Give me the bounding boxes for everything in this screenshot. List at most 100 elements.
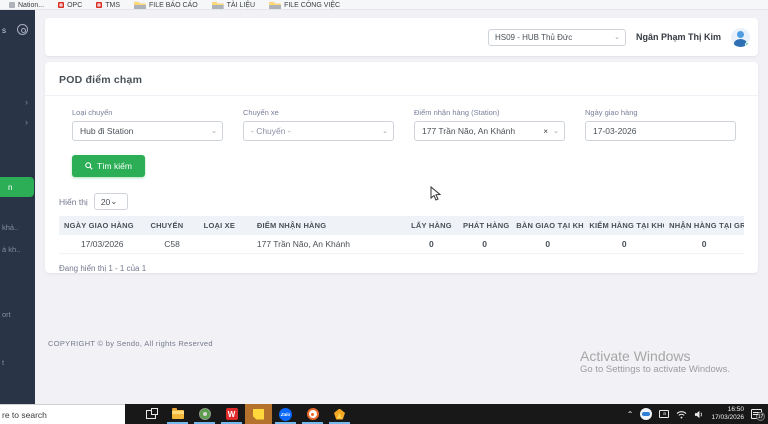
table-body: 17/03/2026 C58 177 Trần Não, An Khánh 0 0 0 0 0 [59,235,744,254]
sidebar-item-label: n [8,182,13,192]
column-header: ĐIỂM NHẬN HÀNG [251,216,405,235]
chevron-right-icon[interactable]: › [25,118,28,127]
search-icon [85,162,93,170]
clear-icon[interactable]: × [543,127,548,136]
count-link[interactable]: 0 [404,235,459,254]
page-size-row: Hiển thị 20 ⌄ [59,193,758,210]
cloud-sync-icon[interactable] [640,408,653,420]
sidebar-item[interactable]: à kh.. [2,245,20,254]
bookmark-label: FILE BÁO CÁO [149,1,198,9]
hidden-icons-chevron[interactable]: ⌃ [627,410,634,419]
w-app-button[interactable]: W [218,404,245,424]
flame-app-button[interactable] [326,404,353,424]
page-title: POD điểm chạm [59,74,143,86]
orange-ring-app-button[interactable] [299,404,326,424]
column-header: LẤY HÀNG [404,216,459,235]
taskbar-clock[interactable]: 16:50 17/03/2026 [711,406,744,422]
folder-icon [269,1,282,9]
sidebar-brand-fragment: s [2,26,6,35]
main-area: HS09 - HUB Thủ Đức ⌄ Ngân Phạm Thị Kim P… [35,10,768,404]
bookmark-item[interactable]: FILE BÁO CÁO [127,0,205,9]
bookmark-label: OPC [67,1,83,9]
online-status-dot [745,41,750,47]
count-link[interactable]: 0 [458,235,512,254]
bookmark-item[interactable]: Nation... [2,0,51,9]
table-row: 17/03/2026 C58 177 Trần Não, An Khánh 0 0 0 0 0 [59,235,744,254]
column-header: LOẠI XE [198,216,252,235]
trip-type-select[interactable]: Hub đi Station ⌄ [72,121,223,141]
watermark-line1: Activate Windows [580,348,691,364]
count-link[interactable]: 0 [664,235,744,254]
table-header-row: NGÀY GIAO HÀNG CHUYẾN LOẠI XE ĐIỂM NHẬN HÀN… [59,216,744,235]
activate-windows-watermark: Activate Windows Go to Settings to activ… [580,348,730,375]
sticky-notes-icon [253,408,264,420]
folder-icon [211,1,224,9]
filter-date: Ngày giao hàng [585,108,736,141]
wifi-icon[interactable] [676,410,687,419]
mouse-cursor [430,186,441,201]
input-method-icon[interactable]: a [659,410,670,418]
hub-select-value: HS09 - HUB Thủ Đức [494,32,573,42]
sidebar: s › › n khả.. à kh.. ort t [0,10,35,404]
sidebar-item[interactable]: khả.. [2,223,18,232]
bookmark-item[interactable]: TMS [89,0,127,9]
taskbar-search-text: re to search [2,409,47,420]
filter-label: Chuyến xe [243,108,279,117]
search-button-label: Tìm kiếm [97,161,132,171]
table-cell [198,235,252,254]
filter-row: Loại chuyến Hub đi Station ⌄ Chuyến xe -… [72,108,736,141]
page-size-select[interactable]: 20 ⌄ [93,193,128,210]
filter-trip: Chuyến xe - Chuyến - ⌄ [243,108,394,141]
screen: Nation... OPC TMS FILE BÁO CÁO TÀI LIỆU … [0,0,768,424]
clock-time: 16:50 [727,406,744,413]
topbar: HS09 - HUB Thủ Đức ⌄ Ngân Phạm Thị Kim [45,18,758,56]
app-window: s › › n khả.. à kh.. ort t HS09 - HUB Th… [0,10,768,404]
bookmark-item[interactable]: FILE CÔNG VIỆC [262,0,347,9]
user-name: Ngân Phạm Thị Kim [635,32,721,42]
avatar[interactable] [731,27,750,47]
zalo-button[interactable]: Zalo [272,404,299,424]
w-app-icon: W [225,408,238,420]
count-link[interactable]: 0 [584,235,665,254]
flame-app-icon [334,408,345,420]
chevron-right-icon[interactable]: › [25,98,28,107]
table-cell: 177 Trần Não, An Khánh [251,235,405,254]
browser-bookmarks-bar: Nation... OPC TMS FILE BÁO CÁO TÀI LIỆU … [0,0,768,10]
chevron-down-icon: ⌄ [382,128,388,135]
file-explorer-button[interactable] [164,404,191,424]
system-tray: ⌃ a 16:50 17/03/2026 17 [627,404,768,424]
watermark-line2: Go to Settings to activate Windows. [580,364,730,375]
search-button[interactable]: Tìm kiếm [72,155,145,177]
green-app-icon [198,408,211,420]
bookmark-label: Nation... [18,1,45,9]
task-view-button[interactable] [137,404,164,424]
green-app-button[interactable] [191,404,218,424]
hub-select[interactable]: HS09 - HUB Thủ Đức ⌄ [487,28,626,46]
sidebar-item-active[interactable]: n [0,177,34,197]
column-header: CHUYẾN [145,216,199,235]
trip-select[interactable]: - Chuyến - ⌄ [243,121,394,141]
sidebar-item[interactable]: ort [2,310,11,319]
select-value: 177 Trần Não, An Khánh [422,126,516,136]
chevron-down-icon: ⌄ [553,128,559,135]
count-link[interactable]: 0 [511,235,585,254]
taskbar-search-box[interactable]: re to search [0,404,125,424]
zalo-icon: Zalo [279,407,292,421]
sticky-notes-button[interactable] [245,404,272,424]
pagination-status: Đang hiển thị 1 - 1 của 1 [59,264,147,273]
pod-card: POD điểm chạm Loại chuyến Hub đi Station… [45,62,758,273]
station-select[interactable]: 177 Trần Não, An Khánh × ⌄ [414,121,565,141]
delivery-date-input[interactable] [585,121,736,141]
settings-gear-icon[interactable] [17,24,28,35]
action-center-icon[interactable]: 17 [751,409,765,421]
red-app-icon [96,2,103,8]
column-header: NHẬN HÀNG TẠI GRID [664,216,744,235]
red-app-icon [58,2,65,8]
bookmark-item[interactable]: TÀI LIỆU [205,0,262,9]
bookmark-label: TÀI LIỆU [226,1,256,9]
bookmark-item[interactable]: OPC [51,0,89,9]
task-view-icon [145,407,158,419]
sidebar-item[interactable]: t [2,358,4,367]
page-size-value: 20 [100,196,111,207]
speaker-icon[interactable] [694,410,704,419]
